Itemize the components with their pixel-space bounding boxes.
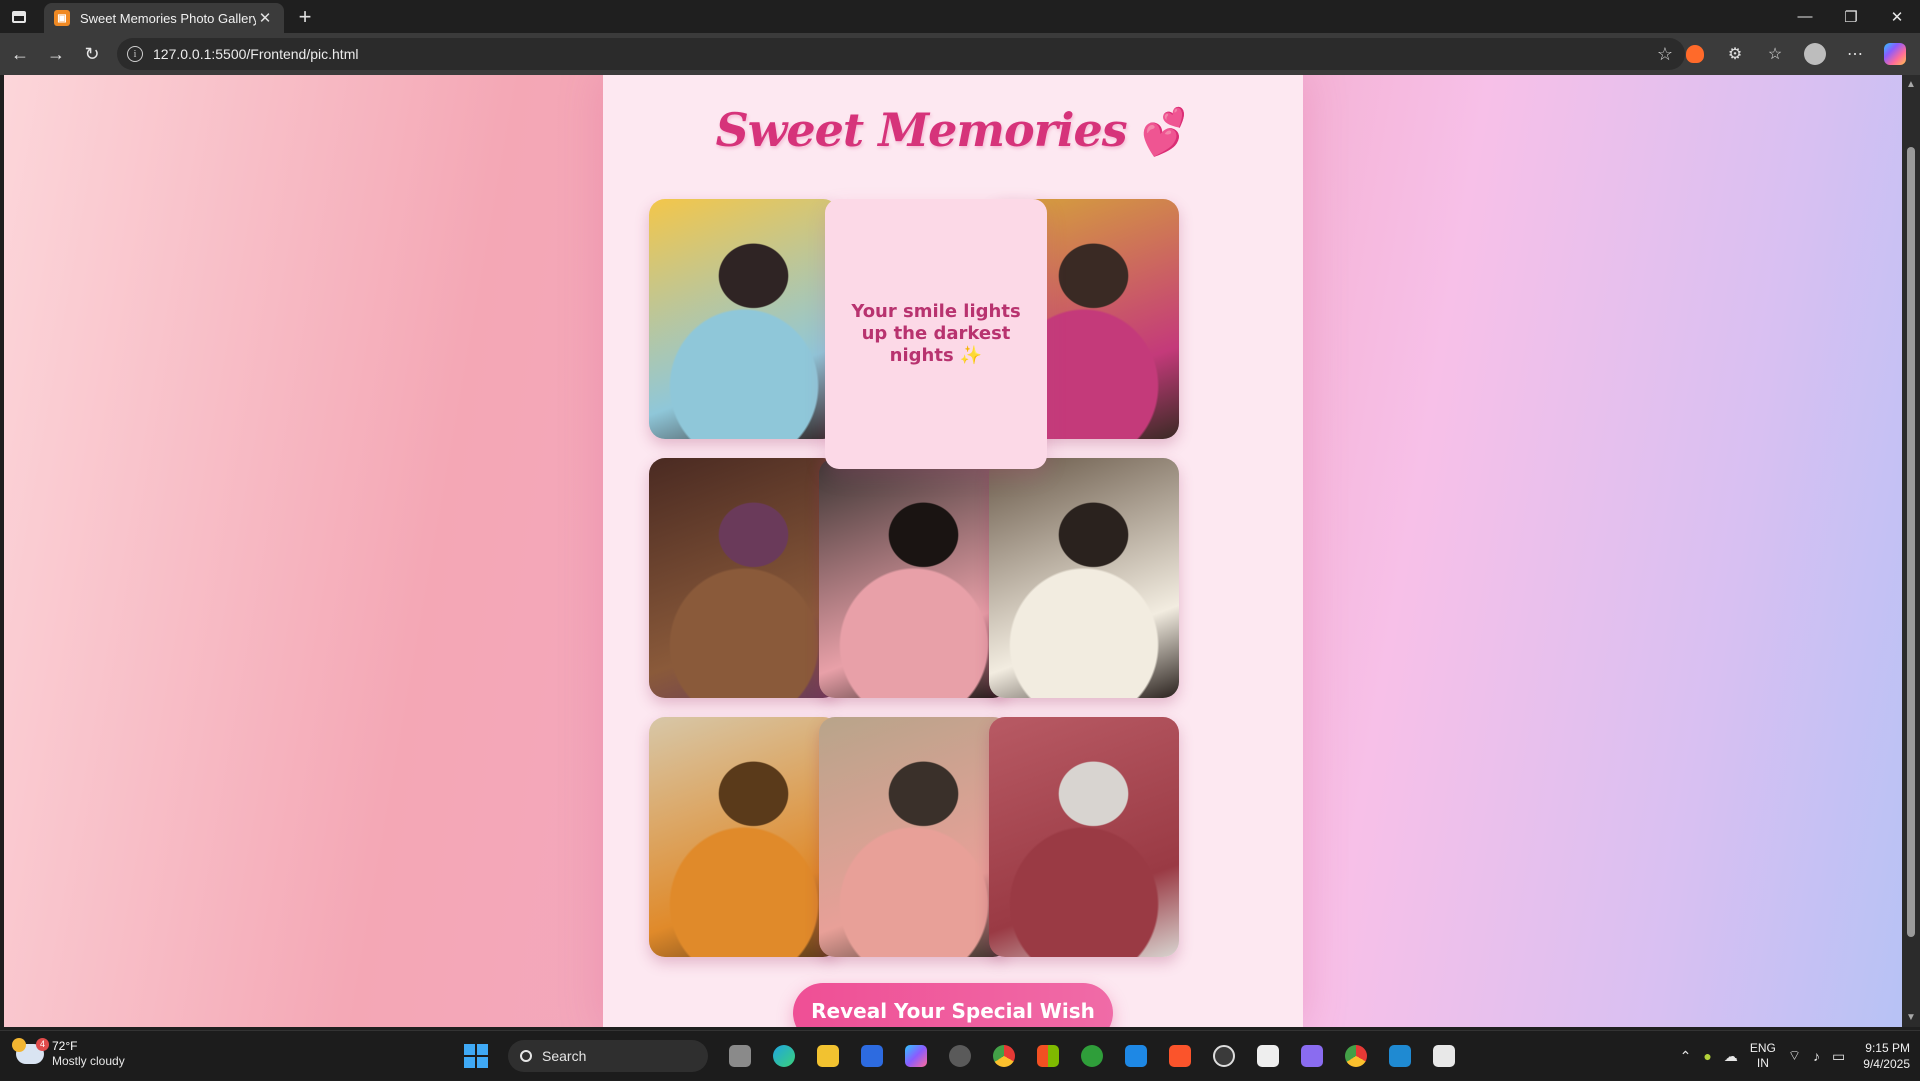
language-indicator[interactable]: ENG IN bbox=[1750, 1041, 1776, 1071]
site-info-icon[interactable]: i bbox=[127, 46, 143, 62]
taskbar: 4 72°F Mostly cloudy Search ⌃ ● ☁ ENG IN bbox=[0, 1030, 1920, 1080]
page-viewport: Sweet Memories 💕 Your smile lights up the… bbox=[4, 75, 1902, 1027]
photo-card-7[interactable] bbox=[819, 717, 1009, 957]
site-favicon-icon: ▣ bbox=[54, 10, 70, 26]
system-tray: ⌃ ● ☁ ENG IN ⌔ ♪ ▭ 9:15 PM 9/4/2025 bbox=[1680, 1031, 1910, 1081]
page-scrollbar[interactable]: ▲ ▼ bbox=[1902, 75, 1920, 1027]
microsoft-store-icon[interactable] bbox=[1030, 1038, 1066, 1074]
windows-logo-icon bbox=[464, 1044, 488, 1068]
tray-overflow-icon[interactable]: ⌃ bbox=[1680, 1048, 1692, 1065]
tab-close-icon[interactable]: ✕ bbox=[256, 9, 274, 27]
xbox-icon[interactable] bbox=[1074, 1038, 1110, 1074]
scroll-down-icon[interactable]: ▼ bbox=[1906, 1012, 1916, 1023]
battery-icon[interactable]: ▭ bbox=[1832, 1048, 1845, 1065]
page-title: Sweet Memories bbox=[715, 103, 1128, 157]
window-controls: — ❐ ✕ bbox=[1782, 0, 1920, 33]
photo-image bbox=[649, 458, 839, 698]
chrome-profile-icon[interactable] bbox=[1338, 1038, 1374, 1074]
weather-widget[interactable]: 4 72°F Mostly cloudy bbox=[12, 1038, 125, 1069]
app-store-blue-icon[interactable] bbox=[854, 1038, 890, 1074]
extensions-puzzle-icon[interactable]: ⚙ bbox=[1718, 37, 1752, 71]
capcut-icon[interactable] bbox=[1250, 1038, 1286, 1074]
language-label: ENG bbox=[1749, 1041, 1776, 1055]
taskbar-apps: Search bbox=[458, 1037, 1462, 1075]
reload-button[interactable]: ↻ bbox=[74, 36, 110, 72]
snipping-tool-icon[interactable] bbox=[1426, 1038, 1462, 1074]
volume-icon[interactable]: ♪ bbox=[1813, 1048, 1820, 1064]
search-icon bbox=[520, 1050, 532, 1062]
wifi-icon[interactable]: ⌔ bbox=[1788, 1047, 1801, 1065]
weather-badge: 4 bbox=[36, 1038, 49, 1051]
active-tab[interactable]: ▣ Sweet Memories Photo Gallery ✕ bbox=[44, 3, 284, 33]
more-menu-icon[interactable]: ⋯ bbox=[1838, 37, 1872, 71]
address-bar[interactable]: i 127.0.0.1:5500/Frontend/pic.html ☆ bbox=[117, 38, 1685, 70]
gallery-panel: Sweet Memories 💕 Your smile lights up the… bbox=[603, 75, 1303, 1027]
search-label: Search bbox=[542, 1048, 587, 1064]
vpn-icon[interactable] bbox=[1294, 1038, 1330, 1074]
edge-icon[interactable] bbox=[766, 1038, 802, 1074]
weather-desc: Mostly cloudy bbox=[52, 1054, 125, 1068]
settings-app-icon[interactable] bbox=[942, 1038, 978, 1074]
obs-icon[interactable] bbox=[1206, 1038, 1242, 1074]
tab-bar: ▣ Sweet Memories Photo Gallery ✕ + — ❐ ✕ bbox=[0, 0, 1920, 33]
page-heading: Sweet Memories 💕 bbox=[603, 103, 1303, 160]
vscode-icon[interactable] bbox=[1382, 1038, 1418, 1074]
region-label: IN bbox=[1756, 1056, 1769, 1070]
back-button[interactable]: ← bbox=[2, 36, 38, 72]
photo-card-5[interactable] bbox=[989, 458, 1179, 698]
forward-button[interactable]: → bbox=[38, 36, 74, 72]
photo-card-3[interactable] bbox=[649, 458, 839, 698]
photo-image bbox=[649, 717, 839, 957]
start-button[interactable] bbox=[458, 1038, 494, 1074]
message-text: Your smile lights up the darkest nights … bbox=[851, 301, 1021, 366]
new-tab-button[interactable]: + bbox=[288, 0, 322, 33]
photo-image bbox=[989, 717, 1179, 957]
photo-image bbox=[649, 199, 839, 439]
clock[interactable]: 9:15 PM 9/4/2025 bbox=[1863, 1040, 1910, 1072]
onedrive-icon[interactable]: ☁ bbox=[1724, 1048, 1738, 1065]
task-view-icon[interactable] bbox=[722, 1038, 758, 1074]
tab-title: Sweet Memories Photo Gallery bbox=[80, 10, 256, 26]
copilot-icon[interactable] bbox=[1878, 37, 1912, 71]
taskbar-search[interactable]: Search bbox=[508, 1040, 708, 1072]
browser-toolbar-icons: ⚙ ☆ ⋯ bbox=[1678, 33, 1912, 75]
photo-card-6[interactable] bbox=[649, 717, 839, 957]
message-card[interactable]: Your smile lights up the darkest nights … bbox=[825, 199, 1047, 469]
app-window-icon[interactable] bbox=[1118, 1038, 1154, 1074]
minimize-button[interactable]: — bbox=[1782, 0, 1828, 33]
weather-cloud-icon: 4 bbox=[12, 1038, 49, 1064]
reveal-wish-button[interactable]: Reveal Your Special Wish bbox=[793, 983, 1113, 1027]
url-text[interactable]: 127.0.0.1:5500/Frontend/pic.html bbox=[153, 46, 358, 62]
photo-grid: Your smile lights up the darkest nights … bbox=[649, 199, 1257, 957]
photo-image bbox=[989, 458, 1179, 698]
address-toolbar: ← → ↻ i 127.0.0.1:5500/Frontend/pic.html… bbox=[0, 33, 1920, 75]
chrome-icon[interactable] bbox=[986, 1038, 1022, 1074]
favorite-star-icon[interactable]: ☆ bbox=[1657, 44, 1673, 65]
clock-time: 9:15 PM bbox=[1865, 1041, 1910, 1055]
file-explorer-icon[interactable] bbox=[810, 1038, 846, 1074]
profile-avatar-icon[interactable] bbox=[1798, 37, 1832, 71]
close-window-button[interactable]: ✕ bbox=[1874, 0, 1920, 33]
weather-temp: 72°F bbox=[52, 1039, 78, 1053]
restore-button[interactable]: ❐ bbox=[1828, 0, 1874, 33]
scroll-up-icon[interactable]: ▲ bbox=[1906, 79, 1916, 90]
tab-actions-button[interactable] bbox=[0, 0, 38, 33]
extension-fire-icon[interactable] bbox=[1678, 37, 1712, 71]
photo-card-1[interactable] bbox=[649, 199, 839, 439]
copilot-app-icon[interactable] bbox=[898, 1038, 934, 1074]
tray-app-icon[interactable]: ● bbox=[1703, 1048, 1711, 1064]
photo-image bbox=[819, 717, 1009, 957]
scroll-thumb[interactable] bbox=[1907, 147, 1915, 937]
clock-date: 9/4/2025 bbox=[1863, 1057, 1910, 1071]
tab-actions-icon bbox=[12, 10, 26, 23]
photo-card-8[interactable] bbox=[989, 717, 1179, 957]
brave-icon[interactable] bbox=[1162, 1038, 1198, 1074]
favorites-icon[interactable]: ☆ bbox=[1758, 37, 1792, 71]
photo-image bbox=[819, 458, 1009, 698]
hearts-icon: 💕 bbox=[1136, 106, 1195, 160]
photo-card-4[interactable] bbox=[819, 458, 1009, 698]
